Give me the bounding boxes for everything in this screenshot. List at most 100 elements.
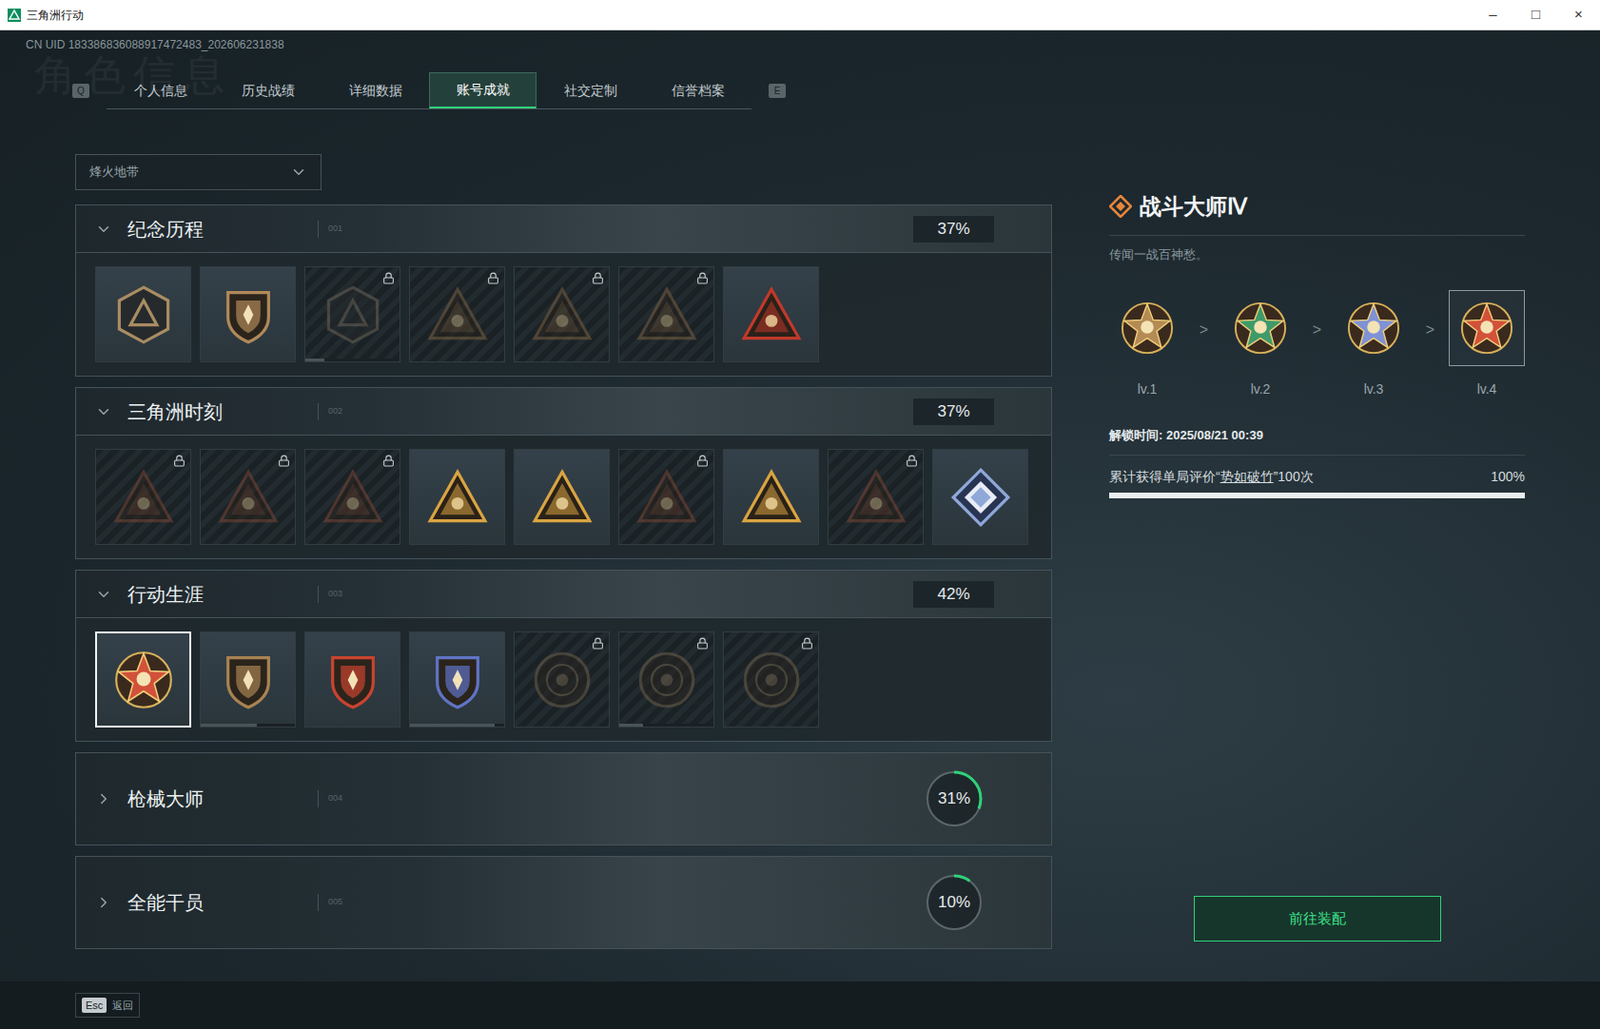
- level-item[interactable]: lv.3: [1335, 290, 1412, 400]
- shield-badge-icon: [427, 649, 488, 711]
- badge-progress-fill: [619, 723, 644, 727]
- back-button[interactable]: Esc返回: [75, 993, 140, 1019]
- uid: CN UID 183386836088917472483_20260623183…: [0, 30, 1600, 54]
- app-window: 三角洲行动–□×角色信息CN UID 183386836088917472483…: [0, 0, 1600, 1029]
- chevron-down-icon: [95, 403, 113, 421]
- lock-icon: [800, 637, 814, 650]
- section-title: 三角洲时刻: [127, 397, 318, 427]
- section-divider: [317, 220, 319, 238]
- badge-tile[interactable]: [95, 631, 192, 728]
- lock-icon: [591, 272, 605, 285]
- badge-progress-fill: [200, 723, 257, 727]
- badge-tile[interactable]: [304, 266, 401, 363]
- badge-tile[interactable]: [199, 448, 296, 546]
- section-code: 005: [328, 896, 343, 910]
- badge-tile[interactable]: [722, 266, 820, 363]
- chevron-right-icon: [95, 894, 113, 912]
- section-header[interactable]: 三角洲时刻 002 37%: [76, 388, 1052, 436]
- window-control[interactable]: □: [1514, 3, 1558, 26]
- section: 行动生涯00342%: [75, 569, 1053, 742]
- achievement-column: 烽火地带纪念历程00137% 三角洲时刻 002 37% 行动生涯00342% 枪械大师0…: [75, 154, 1053, 950]
- badge-tile[interactable]: [409, 448, 506, 546]
- badge-tile[interactable]: [95, 266, 192, 363]
- dropdown-icon: [290, 163, 308, 181]
- badge-tile[interactable]: [199, 266, 296, 363]
- badge-tile[interactable]: [722, 631, 820, 728]
- section-divider: [317, 790, 319, 808]
- section-header[interactable]: 纪念历程00137%: [76, 205, 1052, 254]
- badge-tile[interactable]: [304, 631, 401, 728]
- section-collapsed[interactable]: 枪械大师00431%: [75, 752, 1053, 846]
- triangle-badge-icon: [322, 467, 384, 528]
- triangle-badge-icon: [531, 467, 593, 528]
- chevron-right-icon: [95, 790, 113, 808]
- section-code: 002: [328, 405, 343, 419]
- level-item[interactable]: lv.4: [1448, 290, 1525, 400]
- section-collapsed[interactable]: 全能干员 005 10%: [75, 856, 1053, 950]
- chevron-down-icon: [95, 220, 113, 238]
- badge-tile[interactable]: [409, 631, 506, 728]
- badge-tile[interactable]: [618, 631, 715, 728]
- tab[interactable]: 社交定制: [536, 72, 644, 109]
- triangle-badge-icon: [845, 467, 907, 528]
- badge-tile[interactable]: [722, 448, 820, 546]
- tab-key-prev[interactable]: Q: [72, 83, 90, 98]
- badge-tile[interactable]: [827, 448, 924, 546]
- window-control[interactable]: –: [1471, 3, 1515, 26]
- badge-tile[interactable]: [513, 266, 610, 363]
- triangle-badge-icon: [741, 284, 802, 346]
- level-label: lv.2: [1250, 379, 1271, 400]
- tab-bar: Q 个人信息历史战绩详细数据账号成就社交定制信誉档案 E: [72, 72, 1600, 110]
- badge-tile[interactable]: [199, 631, 296, 728]
- lock-icon: [382, 272, 395, 285]
- level-item[interactable]: lv.2: [1222, 290, 1299, 400]
- lock-icon: [382, 454, 395, 468]
- lock-icon: [696, 454, 709, 468]
- progress-ring: 31%: [923, 768, 985, 830]
- detail-subtitle: 传闻一战百神愁。: [1109, 245, 1525, 265]
- badge-tile[interactable]: [618, 448, 715, 546]
- triangle-badge-icon: [531, 284, 593, 346]
- tab[interactable]: 个人信息: [106, 72, 215, 109]
- lock-icon: [487, 272, 500, 285]
- window-control[interactable]: ×: [1557, 3, 1600, 26]
- badge-tile[interactable]: [513, 631, 610, 728]
- badge-tile[interactable]: [304, 448, 401, 546]
- section-percent: 42%: [913, 581, 995, 608]
- badge-progress-fill: [409, 723, 495, 727]
- badge-tile[interactable]: [513, 448, 610, 546]
- lock-icon: [696, 637, 709, 650]
- tab[interactable]: 详细数据: [321, 72, 430, 109]
- level-item[interactable]: lv.1: [1109, 290, 1186, 400]
- equip-button[interactable]: 前往装配: [1193, 896, 1442, 942]
- unlock-time: 解锁时间: 2025/08/21 00:39: [1109, 426, 1525, 456]
- round-badge-icon: [636, 649, 698, 711]
- lock-icon: [905, 454, 918, 468]
- section-header[interactable]: 行动生涯00342%: [76, 570, 1052, 619]
- lock-icon: [277, 454, 291, 468]
- tab[interactable]: 账号成就: [429, 72, 537, 109]
- badge-tile[interactable]: [409, 266, 506, 363]
- lock-icon: [173, 454, 186, 468]
- section-percent: 37%: [913, 215, 995, 243]
- detail-panel: 战斗大师Ⅳ传闻一战百神愁。lv.1>lv.2>lv.3>lv.4解锁时间: 20…: [1109, 154, 1525, 942]
- section-percent: 37%: [913, 398, 995, 426]
- tab[interactable]: 信誉档案: [643, 72, 752, 109]
- back-label: 返回: [112, 997, 134, 1015]
- star-badge-icon: [1346, 300, 1402, 356]
- tab[interactable]: 历史战绩: [214, 72, 322, 109]
- badge-tile[interactable]: [618, 266, 715, 363]
- mode-select[interactable]: 烽火地带: [75, 154, 322, 191]
- tab-key-next[interactable]: E: [768, 83, 786, 98]
- window-title: 三角洲行动: [26, 6, 84, 24]
- progress-ring: 10%: [923, 872, 985, 934]
- requirement-link[interactable]: 势如破竹: [1220, 468, 1274, 485]
- badge-progress-fill: [305, 358, 325, 362]
- badge-tile[interactable]: [95, 448, 192, 546]
- requirement-progress-track: [1109, 492, 1525, 499]
- section-title: 行动生涯: [127, 580, 318, 609]
- badge-tile[interactable]: [932, 448, 1029, 546]
- content-row: 烽火地带纪念历程00137% 三角洲时刻 002 37% 行动生涯00342% 枪械大师0…: [0, 154, 1600, 950]
- badge-progress-track: [305, 358, 400, 362]
- section-title: 全能干员: [127, 888, 318, 918]
